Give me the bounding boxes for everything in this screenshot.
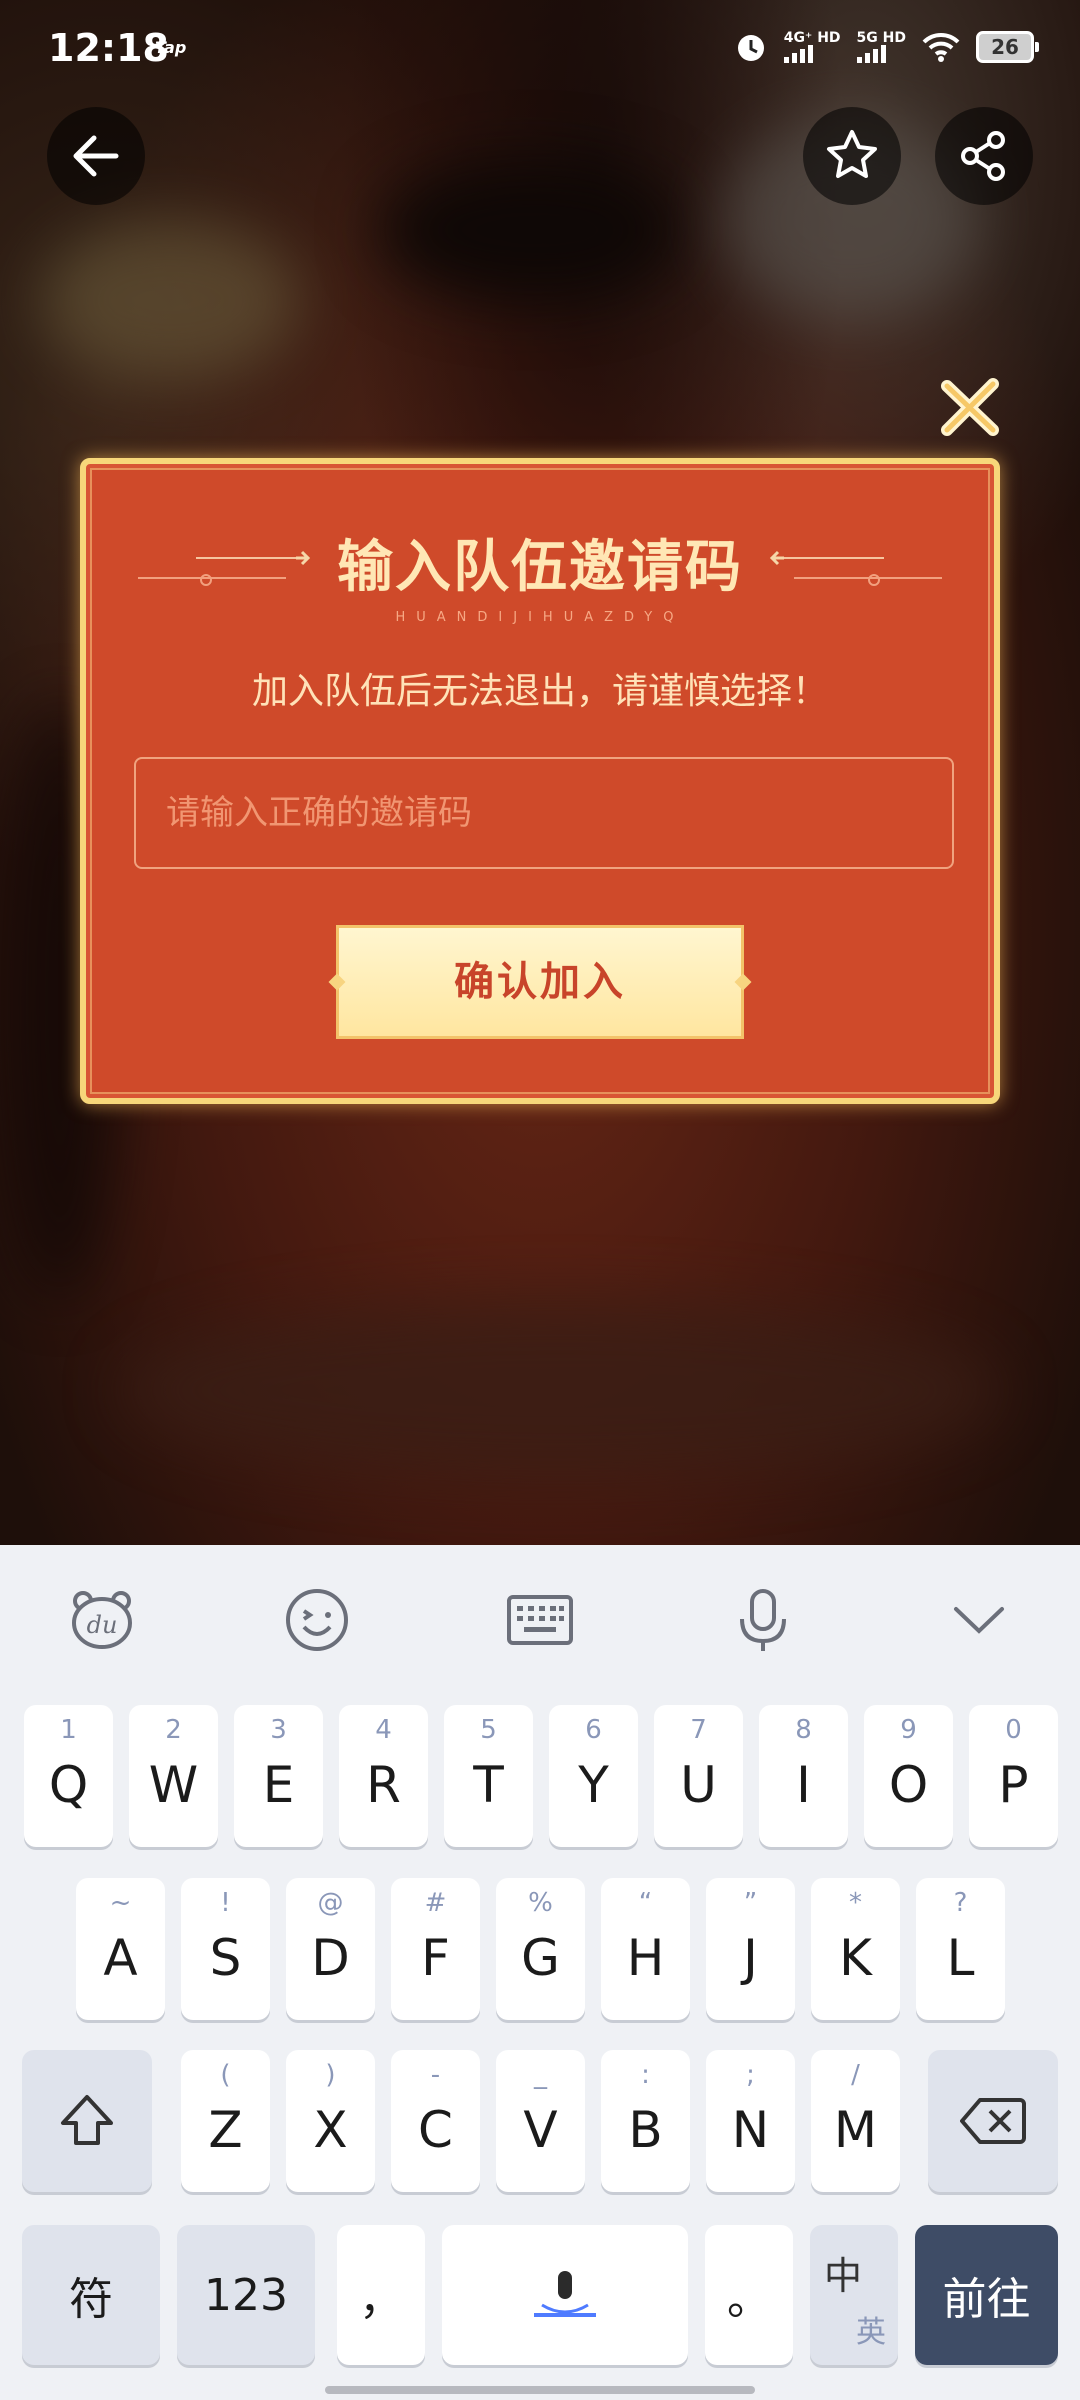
shift-icon [61, 2095, 113, 2145]
key-l[interactable]: ? L [916, 1878, 1005, 2020]
favorite-button[interactable] [803, 107, 901, 205]
dialog-pinyin-subtitle: HUANDIJIHUAZDYQ [395, 610, 685, 625]
key-d[interactable]: @ D [286, 1878, 375, 2020]
invite-code-input[interactable]: 请输入正确的邀请码 [134, 757, 954, 869]
key-w[interactable]: 2W [129, 1705, 218, 1847]
confirm-join-label: 确认加入 [454, 959, 626, 1005]
voice-space-icon [534, 2271, 596, 2317]
dialog-close-button[interactable] [935, 372, 1005, 442]
key-g[interactable]: % G [496, 1878, 585, 2020]
keyboard-toolbar: du [0, 1545, 1080, 1695]
key-f[interactable]: # F [391, 1878, 480, 2020]
key-t[interactable]: 5T [444, 1705, 533, 1847]
backspace-icon [960, 2098, 1026, 2144]
status-time: 12:18 [48, 26, 169, 70]
key-e[interactable]: 3E [234, 1705, 323, 1847]
key-j[interactable]: ” J [706, 1878, 795, 2020]
home-indicator[interactable] [325, 2386, 755, 2394]
alarm-icon [737, 35, 764, 61]
toolbar-hide-keyboard-button[interactable] [944, 1585, 1014, 1655]
invite-code-dialog: 输入队伍邀请码 HUANDIJIHUAZDYQ 加入队伍后无法退出，请谨慎选择！… [80, 458, 1000, 1104]
soft-keyboard: du 1 Q 2 W 3 E 4 R 5 T 6 Y 7 U 8 I 9 O 0… [0, 1545, 1080, 2400]
star-icon [827, 130, 877, 178]
key-n[interactable]: ; N [706, 2050, 795, 2192]
key-q[interactable]: 1Q [24, 1705, 113, 1847]
key-i[interactable]: 8I [759, 1705, 848, 1847]
battery-indicator: 26 [976, 31, 1039, 63]
key-k[interactable]: * K [811, 1878, 900, 2020]
go-key[interactable]: 前往 [915, 2225, 1058, 2365]
close-x-icon [941, 378, 999, 436]
period-key[interactable]: 。 [705, 2225, 793, 2365]
space-key[interactable] [442, 2225, 688, 2365]
signal-4g: 4G⁺ HD [783, 31, 841, 63]
toolbar-du-button[interactable]: du [67, 1585, 137, 1655]
key-a[interactable]: ~ A [76, 1878, 165, 2020]
du-bear-icon: du [72, 1591, 132, 1649]
share-icon [961, 131, 1005, 181]
comma-key[interactable]: ， [337, 2225, 425, 2365]
confirm-join-button[interactable]: 确认加入 [328, 925, 752, 1039]
numbers-key[interactable]: 123 [177, 2225, 315, 2365]
toolbar-keyboard-button[interactable] [505, 1585, 575, 1655]
backspace-key[interactable] [928, 2050, 1058, 2192]
status-bar: 12:18 Tap 4G⁺ HD 5G HD 26 [0, 0, 1080, 100]
key-z[interactable]: (Z [181, 2050, 270, 2192]
key-h[interactable]: “H [601, 1878, 690, 2020]
key-m[interactable]: / M [811, 2050, 900, 2192]
key-r[interactable]: 4R [339, 1705, 428, 1847]
dialog-title: 输入队伍邀请码 [337, 535, 743, 600]
dialog-warning-text: 加入队伍后无法退出，请谨慎选择！ [251, 671, 828, 712]
app-tag: Tap [155, 38, 187, 57]
language-switch-key[interactable]: 中 英 [810, 2225, 898, 2365]
toolbar-voice-button[interactable] [728, 1585, 798, 1655]
back-button[interactable] [47, 107, 145, 205]
svg-text:du: du [87, 1611, 118, 1639]
shift-key[interactable] [22, 2050, 152, 2192]
microphone-icon [740, 1589, 786, 1651]
button-diamond-left [328, 973, 346, 991]
emoji-icon [286, 1589, 348, 1651]
signal-5g: 5G HD [856, 31, 906, 63]
key-s[interactable]: ! S [181, 1878, 270, 2020]
button-diamond-right [734, 973, 752, 991]
symbols-key[interactable]: 符 [22, 2225, 160, 2365]
keyboard-icon [507, 1595, 573, 1645]
back-arrow-icon [73, 135, 119, 177]
key-o[interactable]: 9O [864, 1705, 953, 1847]
key-c[interactable]: -C [391, 2050, 480, 2192]
wifi-icon [922, 32, 960, 62]
key-u[interactable]: 7U [654, 1705, 743, 1847]
key-v[interactable]: _ V [496, 2050, 585, 2192]
key-y[interactable]: 6Y [549, 1705, 638, 1847]
key-p[interactable]: 0P [969, 1705, 1058, 1847]
key-b[interactable]: :B [601, 2050, 690, 2192]
share-button[interactable] [935, 107, 1033, 205]
chevron-down-icon [954, 1607, 1004, 1634]
key-x[interactable]: ) X [286, 2050, 375, 2192]
toolbar-emoji-button[interactable] [282, 1585, 352, 1655]
